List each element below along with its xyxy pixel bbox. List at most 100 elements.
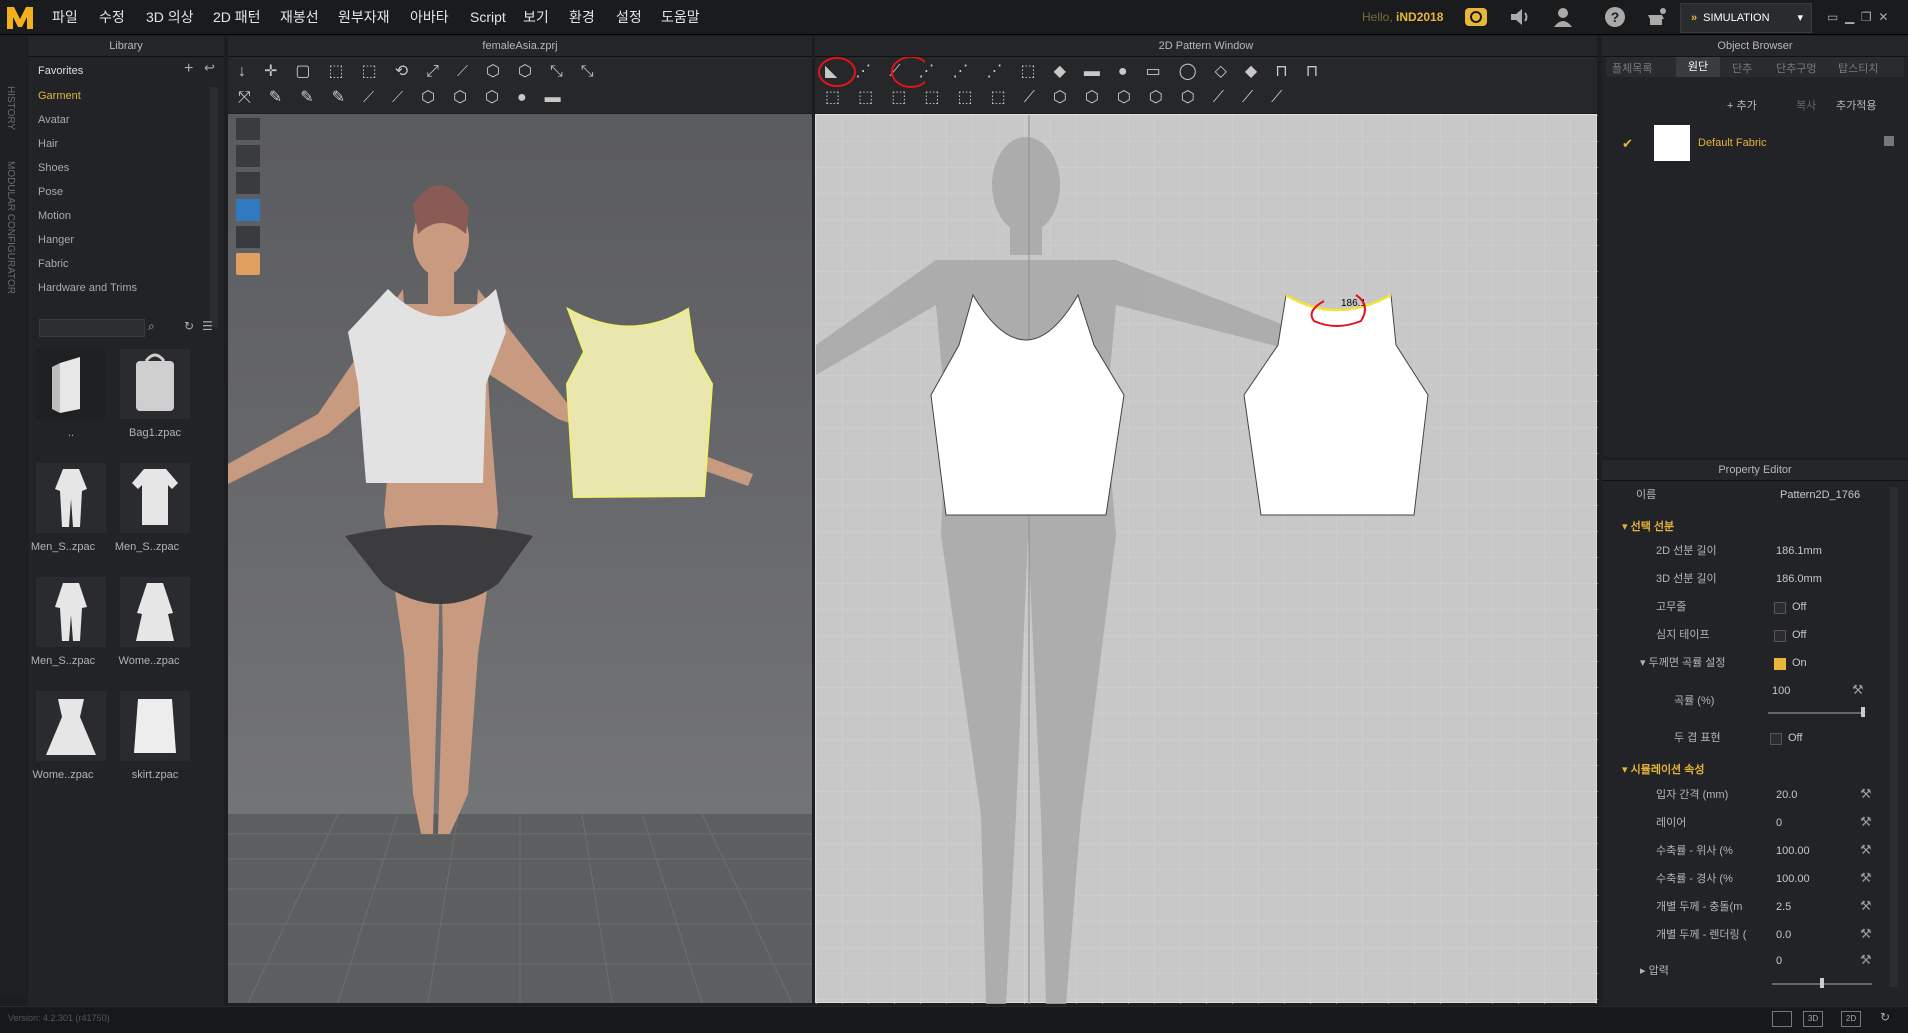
category-pose[interactable]: Pose — [28, 180, 208, 204]
category-scrollbar[interactable] — [210, 87, 218, 327]
pressure-slider-handle[interactable] — [1820, 978, 1824, 988]
search-icon[interactable]: ⌕ — [148, 319, 155, 334]
close-icon[interactable]: ✕ — [1878, 10, 1888, 24]
elastic-checkbox[interactable] — [1774, 602, 1786, 614]
property-scrollbar[interactable] — [1890, 487, 1898, 987]
menu-materials[interactable]: 원부자재 — [338, 0, 390, 34]
apply-fabric-button[interactable]: 추가적용 — [1836, 97, 1876, 113]
dress-thumbnail[interactable] — [120, 577, 190, 647]
wrench-icon[interactable]: ⚒ — [1860, 814, 1872, 830]
wrench-icon[interactable]: ⚒ — [1860, 842, 1872, 858]
view3d-toolbar-row1[interactable]: ↓✛▢⬚⬚⟲⤢⟋⬡⬡⤡⤡ — [238, 61, 612, 81]
category-hair[interactable]: Hair — [28, 132, 208, 156]
sim-shrink-weft-value[interactable]: 100.00 — [1776, 840, 1810, 862]
fabric-lock-icon[interactable] — [1884, 136, 1894, 146]
sim-particle-value[interactable]: 20.0 — [1776, 784, 1797, 806]
tab-buttons[interactable]: 단추 — [1732, 60, 1752, 76]
restore-icon[interactable]: ❐ — [1861, 10, 1872, 24]
curvature-slider-track[interactable] — [1768, 712, 1864, 714]
history-tab[interactable]: HISTORY — [5, 86, 16, 130]
minimize-icon[interactable]: ▁ — [1845, 10, 1854, 24]
cloud-sync-icon[interactable] — [1464, 5, 1488, 29]
tab-topstitch[interactable]: 탑스티치 — [1838, 60, 1878, 76]
menu-sewing[interactable]: 재봉선 — [280, 0, 319, 34]
suit-thumbnail[interactable] — [36, 463, 106, 533]
view3d-viewport[interactable] — [228, 114, 812, 1003]
speaker-icon[interactable] — [1508, 5, 1532, 29]
menu-settings[interactable]: 설정 — [616, 0, 642, 34]
show-avatar-icon[interactable] — [236, 172, 260, 194]
menu-3d-garment[interactable]: 3D 의상 — [146, 0, 194, 34]
section-simulation[interactable]: ▾ 시뮬레이션 속성 — [1622, 761, 1704, 777]
category-motion[interactable]: Motion — [28, 204, 208, 228]
name-value[interactable]: Pattern2D_1766 — [1780, 484, 1860, 506]
prop-curvature-toggle-label[interactable]: ▾ 두께면 곡률 설정 — [1640, 652, 1726, 674]
gown-thumbnail[interactable] — [36, 691, 106, 761]
fabric-name[interactable]: Default Fabric — [1698, 137, 1766, 149]
folder-up-thumbnail[interactable] — [36, 349, 106, 419]
category-shoes[interactable]: Shoes — [28, 156, 208, 180]
sim-thickness-render-value[interactable]: 0.0 — [1776, 924, 1791, 946]
copy-fabric-button[interactable]: 복사 — [1796, 97, 1816, 113]
sim-pressure-value[interactable]: 0 — [1776, 950, 1782, 972]
list-view-icon[interactable]: ☰ — [202, 319, 213, 333]
add-favorite-icon[interactable]: + — [184, 60, 193, 78]
view-2d-icon[interactable]: 2D — [1841, 1011, 1861, 1027]
wrench-icon[interactable]: ⚒ — [1860, 952, 1872, 968]
sim-thickness-collision-value[interactable]: 2.5 — [1776, 896, 1791, 918]
tab-fabric[interactable]: 원단 — [1676, 57, 1720, 77]
menu-environment[interactable]: 환경 — [569, 0, 595, 34]
skin-icon[interactable] — [236, 253, 260, 275]
wrench-icon[interactable]: ⚒ — [1852, 682, 1864, 698]
fabric-render-icon[interactable] — [236, 226, 260, 248]
sim-shrink-warp-value[interactable]: 100.00 — [1776, 868, 1810, 890]
pin-icon[interactable]: ▭ — [1827, 10, 1838, 24]
category-hanger[interactable]: Hanger — [28, 228, 208, 252]
section-selected-line[interactable]: ▾ 선택 선분 — [1622, 518, 1674, 534]
show-garment-solid-icon[interactable] — [236, 145, 260, 167]
double-layer-checkbox[interactable] — [1770, 733, 1782, 745]
bag-thumbnail[interactable] — [120, 349, 190, 419]
view2d-canvas[interactable]: 186.1 — [815, 114, 1598, 1004]
simulation-mode-button[interactable]: » SIMULATION ▾ — [1680, 3, 1812, 33]
help-icon[interactable]: ? — [1603, 5, 1627, 29]
refresh-view-icon[interactable]: ↻ — [1880, 1010, 1890, 1024]
curvature-slider-handle[interactable] — [1861, 707, 1865, 717]
tab-buttonholes[interactable]: 단추구멍 — [1776, 60, 1816, 76]
wrench-icon[interactable]: ⚒ — [1860, 898, 1872, 914]
refresh-icon[interactable]: ↻ — [184, 319, 194, 333]
sim-pressure-label[interactable]: ▸ 압력 — [1640, 960, 1669, 982]
texture-mode-icon[interactable] — [236, 199, 260, 221]
prop-curvature-value[interactable]: 100 — [1772, 680, 1790, 702]
menu-2d-pattern[interactable]: 2D 패턴 — [213, 0, 261, 34]
skirt-thumbnail[interactable] — [120, 691, 190, 761]
jumpsuit-thumbnail[interactable] — [36, 577, 106, 647]
show-garment-icon[interactable] — [236, 118, 260, 140]
view-3d-icon[interactable]: 3D — [1803, 1011, 1823, 1027]
curvature-checkbox[interactable] — [1774, 658, 1786, 670]
add-fabric-button[interactable]: + 추가 — [1727, 97, 1757, 113]
menu-script[interactable]: Script — [470, 0, 506, 34]
library-search-input[interactable] — [39, 319, 145, 337]
wrench-icon[interactable]: ⚒ — [1860, 870, 1872, 886]
sim-layer-value[interactable]: 0 — [1776, 812, 1782, 834]
wrench-icon[interactable]: ⚒ — [1860, 926, 1872, 942]
back-icon[interactable]: ↩ — [204, 60, 215, 76]
view3d-toolbar-row2[interactable]: ⤧✎✎✎⟋⟋⬡⬡⬡●▬ — [238, 87, 579, 107]
category-avatar[interactable]: Avatar — [28, 108, 208, 132]
favorites-label[interactable]: Favorites — [38, 65, 83, 77]
tab-objects[interactable]: 플체목록 — [1612, 60, 1652, 76]
category-hardware-trims[interactable]: Hardware and Trims — [28, 276, 208, 300]
menu-help[interactable]: 도움말 — [661, 0, 700, 34]
avatar-settings-icon[interactable] — [1644, 5, 1668, 29]
category-fabric[interactable]: Fabric — [28, 252, 208, 276]
menu-view[interactable]: 보기 — [523, 0, 549, 34]
modular-configurator-tab[interactable]: MODULAR CONFIGURATOR — [5, 161, 16, 294]
menu-avatar[interactable]: 아바타 — [410, 0, 449, 34]
menu-file[interactable]: 파일 — [52, 0, 78, 34]
tape-checkbox[interactable] — [1774, 630, 1786, 642]
fabric-swatch[interactable] — [1654, 125, 1690, 161]
layout-split-icon[interactable] — [1772, 1011, 1792, 1027]
category-garment[interactable]: Garment — [28, 84, 208, 108]
wrench-icon[interactable]: ⚒ — [1860, 786, 1872, 802]
